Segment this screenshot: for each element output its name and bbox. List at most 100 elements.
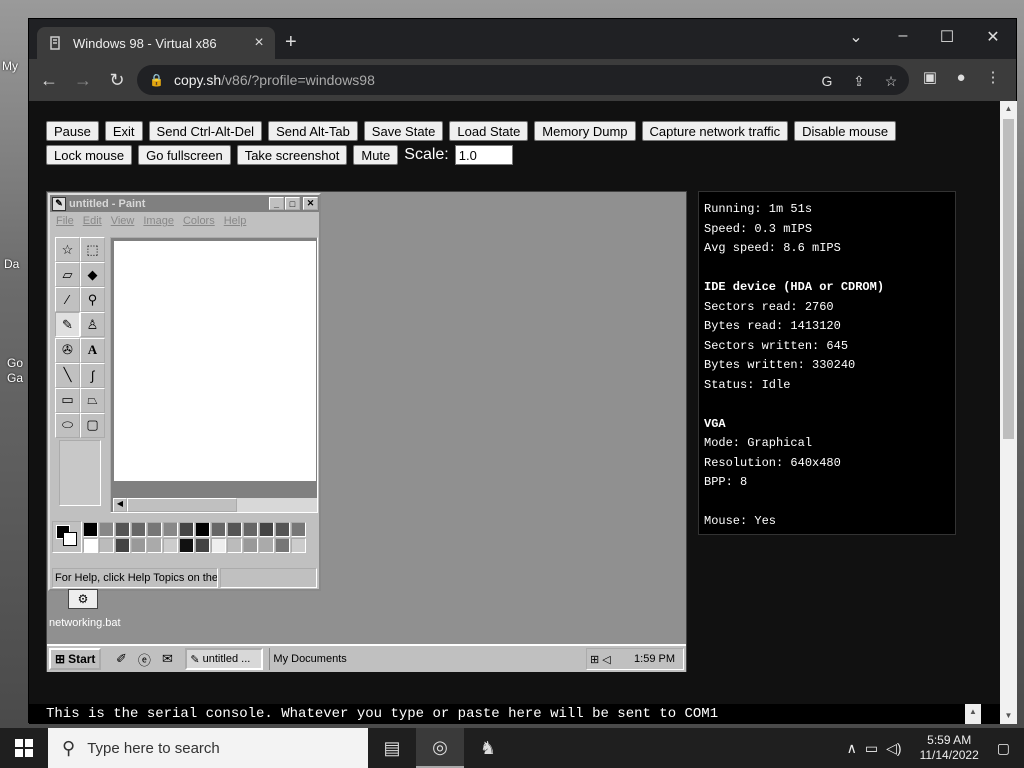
color-picker-icon[interactable]: ⁄ [55,287,80,313]
bookmark-star-icon[interactable]: ☆ [881,71,901,91]
side-panel-icon[interactable]: ▣ [918,65,942,89]
color-swatch[interactable] [131,538,146,553]
disable-mouse-button[interactable]: Disable mouse [794,121,897,141]
serial-scroll-up-icon[interactable]: ▲ [965,704,981,724]
taskbar-search-box[interactable]: ⚲ Type here to search [48,728,368,768]
chrome-icon[interactable]: ◎ [416,728,464,768]
color-swatch[interactable] [275,522,290,537]
capture-network-traffic-button[interactable]: Capture network traffic [641,121,789,141]
app-icon[interactable]: ♞ [464,728,512,768]
speaker-icon[interactable]: ◁) [886,740,901,757]
tab-close-icon[interactable]: × [249,34,269,52]
windows-start-icon[interactable] [0,728,48,768]
profile-icon[interactable]: ● [949,65,973,89]
maximize-icon[interactable]: ☐ [935,27,959,47]
horizontal-scrollbar[interactable]: ◀ [113,498,317,512]
free-select-icon[interactable]: ☆ [55,237,80,262]
magnifier-icon[interactable]: ⚲ [80,287,105,313]
color-swatch[interactable] [83,522,98,537]
color-swatch[interactable] [259,538,274,553]
color-swatch[interactable] [275,538,290,553]
ie-icon[interactable]: ⓔ [134,649,154,669]
color-swatch[interactable] [195,522,210,537]
menu-file[interactable]: File [56,215,74,227]
file-explorer-icon[interactable]: ▤ [368,728,416,768]
rect-select-icon[interactable]: ⬚ [80,237,105,262]
save-state-button[interactable]: Save State [363,121,444,141]
color-swatch[interactable] [115,538,130,553]
rounded-rect-icon[interactable]: ▢ [80,412,105,438]
emulator-screen[interactable]: ✎ untitled - Paint _ □ ✕ File Edit View … [46,191,687,672]
send-alt-tab-button[interactable]: Send Alt-Tab [268,121,358,141]
serial-console[interactable]: This is the serial console. Whatever you… [29,704,1000,724]
color-swatches[interactable] [83,522,307,554]
polygon-icon[interactable]: ⏢ [80,387,105,413]
reload-icon[interactable]: ↻ [103,66,131,94]
color-swatch[interactable] [227,522,242,537]
color-swatch[interactable] [211,522,226,537]
pause-button[interactable]: Pause [46,121,99,141]
volume-icon[interactable]: ◁ [602,653,610,666]
minimize-icon[interactable]: – [891,27,915,45]
paint-minimize-icon[interactable]: _ [269,197,284,210]
address-bar[interactable]: 🔒 copy.sh /v86/?profile=windows98 G ⇪ ☆ [137,65,909,95]
color-swatch[interactable] [179,538,194,553]
color-swatch[interactable] [179,522,194,537]
outlook-icon[interactable]: ✉ [157,649,177,669]
show-hidden-icons-icon[interactable]: ∧ [847,740,857,757]
color-swatch[interactable] [227,538,242,553]
color-swatch[interactable] [99,522,114,537]
taskbar-item-my-documents[interactable]: My Documents [269,648,559,670]
color-swatch[interactable] [259,522,274,537]
page-scrollbar-thumb[interactable] [1003,119,1014,439]
scheduler-icon[interactable]: ⊞ [590,653,599,666]
send-ctrl-alt-del-button[interactable]: Send Ctrl-Alt-Del [148,121,263,141]
color-swatch[interactable] [163,538,178,553]
notifications-icon[interactable]: ▢ [997,740,1010,757]
paint-maximize-icon[interactable]: □ [285,197,300,210]
color-swatch[interactable] [99,538,114,553]
drawing-canvas[interactable] [114,241,316,481]
browser-tab[interactable]: Windows 98 - Virtual x86 × [37,27,275,59]
color-swatch[interactable] [211,538,226,553]
color-swatch[interactable] [291,522,306,537]
take-screenshot-button[interactable]: Take screenshot [236,145,348,165]
ellipse-icon[interactable]: ⬭ [55,412,80,438]
taskbar-item-paint[interactable]: ✎ untitled ... [185,648,264,670]
network-icon[interactable]: ▭ [865,740,878,757]
batch-file-icon[interactable]: ⚙ [68,589,98,609]
line-icon[interactable]: ╲ [55,362,80,388]
tool-options[interactable] [59,440,101,506]
airbrush-icon[interactable]: ✇ [55,337,80,363]
page-scrollbar[interactable]: ▲ ▼ [1000,101,1017,724]
google-icon[interactable]: G [817,71,837,91]
scrollbar-thumb[interactable] [127,498,237,512]
scroll-down-icon[interactable]: ▼ [1000,708,1017,724]
mute-button[interactable]: Mute [353,145,399,165]
menu-colors[interactable]: Colors [183,215,215,227]
load-state-button[interactable]: Load State [449,121,529,141]
show-desktop-icon[interactable]: ✐ [111,649,131,669]
lock-mouse-button[interactable]: Lock mouse [46,145,133,165]
eraser-icon[interactable]: ▱ [55,262,80,288]
share-icon[interactable]: ⇪ [849,71,869,91]
tray-clock[interactable]: 1:59 PM [634,653,675,665]
curve-icon[interactable]: ∫ [80,362,105,388]
menu-image[interactable]: Image [143,215,174,227]
menu-view[interactable]: View [111,215,135,227]
forward-icon[interactable]: → [69,66,97,94]
menu-edit[interactable]: Edit [83,215,102,227]
color-swatch[interactable] [243,522,258,537]
brush-icon[interactable]: ♙ [80,312,105,338]
go-fullscreen-button[interactable]: Go fullscreen [138,145,231,165]
menu-help[interactable]: Help [224,215,247,227]
color-swatch[interactable] [147,522,162,537]
start-button[interactable]: ⊞ Start [49,648,102,670]
fill-icon[interactable]: ◆ [80,262,105,288]
memory-dump-button[interactable]: Memory Dump [534,121,636,141]
color-swatch[interactable] [243,538,258,553]
scroll-left-icon[interactable]: ◀ [113,498,127,512]
color-swatch[interactable] [131,522,146,537]
color-swatch[interactable] [195,538,210,553]
color-swatch[interactable] [147,538,162,553]
